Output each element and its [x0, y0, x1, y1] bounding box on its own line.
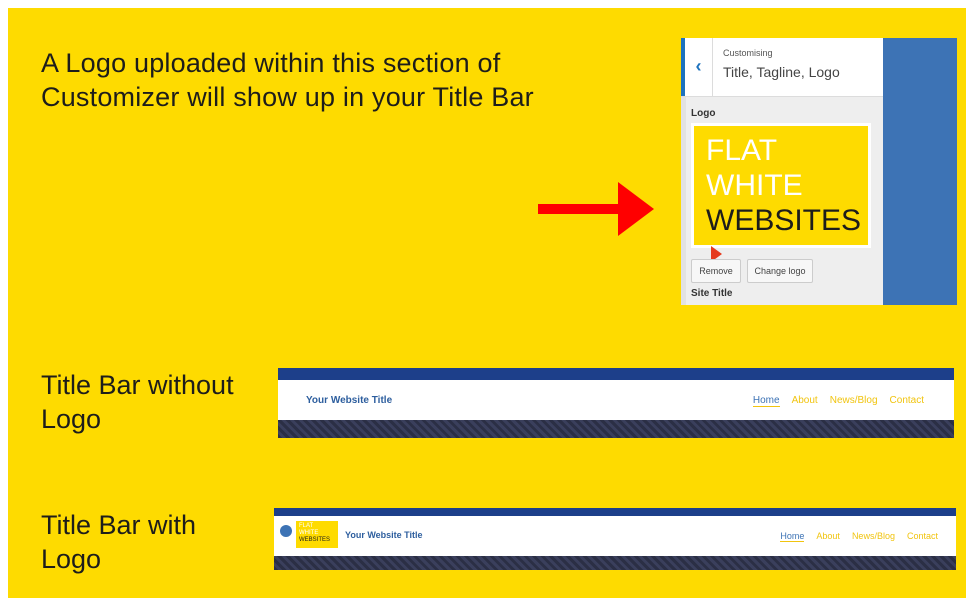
nav-item-home[interactable]: Home: [752, 395, 780, 407]
nav-item-news-blog[interactable]: News/Blog: [852, 531, 895, 542]
mini-logo[interactable]: FLAT WHITE WEBSITES: [296, 521, 338, 548]
nav-menu: Home About News/Blog Contact: [780, 531, 938, 542]
with-logo-label: Title Bar with Logo: [41, 510, 197, 574]
logo-preview[interactable]: FLAT WHITE WEBSITES: [691, 123, 871, 262]
change-logo-button[interactable]: Change logo: [747, 259, 813, 283]
title-bar-with-logo: FLAT WHITE WEBSITES Your Website Title H…: [274, 508, 956, 570]
intro-line-1: A Logo uploaded within this section of: [41, 48, 501, 78]
logo-line-1: FLAT: [706, 134, 778, 167]
without-logo-label: Title Bar without Logo: [41, 370, 234, 434]
site-title[interactable]: Your Website Title: [306, 395, 392, 406]
red-arrow-icon: [538, 182, 654, 236]
intro-line-2: Customizer will show up in your Title Ba…: [41, 82, 534, 112]
site-title-label: Site Title: [691, 288, 733, 299]
site-icon: [280, 525, 292, 537]
preview-area: [883, 38, 957, 305]
nav-item-about[interactable]: About: [792, 395, 818, 407]
nav-menu: Home About News/Blog Contact: [752, 395, 924, 407]
logo-line-3: WEBSITES: [706, 204, 862, 237]
hero-image: [278, 420, 954, 438]
slide: A Logo uploaded within this section of C…: [8, 8, 966, 598]
title-bar-without-logo: Your Website Title Home About News/Blog …: [278, 368, 954, 438]
customizer-panel: ‹ Customising Title, Tagline, Logo Logo …: [681, 38, 957, 305]
site-title[interactable]: Your Website Title: [345, 530, 423, 540]
customizer-section-title: Title, Tagline, Logo: [723, 64, 840, 80]
intro-text: A Logo uploaded within this section of C…: [41, 46, 541, 114]
nav-item-home[interactable]: Home: [780, 531, 805, 542]
logo-line-2: WHITE: [706, 169, 803, 202]
nav-item-contact[interactable]: Contact: [890, 395, 924, 407]
remove-button[interactable]: Remove: [691, 259, 741, 283]
nav-item-contact[interactable]: Contact: [907, 531, 938, 542]
nav-item-news-blog[interactable]: News/Blog: [830, 395, 878, 407]
logo-section-label: Logo: [691, 108, 716, 119]
hero-image: [274, 556, 956, 570]
customizer-breadcrumb: Customising: [723, 48, 773, 58]
customizer-header: ‹ Customising Title, Tagline, Logo: [681, 38, 883, 97]
nav-item-about[interactable]: About: [816, 531, 840, 542]
back-button[interactable]: ‹: [681, 38, 713, 96]
